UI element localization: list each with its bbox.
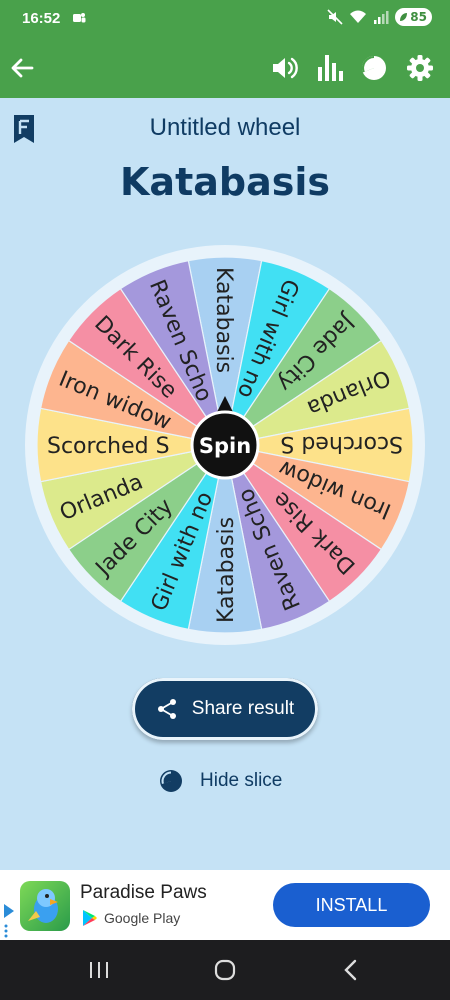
app-bar (0, 38, 450, 98)
system-nav-bar (0, 940, 450, 1000)
wheel-screen: Untitled wheel Katabasis Katabasis Girl w… (0, 98, 450, 870)
wheel-slice-label: Katabasis (211, 267, 236, 373)
pie-slice-icon (160, 770, 182, 792)
back-arrow-icon[interactable] (6, 52, 38, 84)
battery-indicator: 85 (395, 8, 432, 26)
wifi-icon (350, 10, 367, 23)
mute-icon (327, 9, 343, 25)
battery-level: 85 (410, 10, 427, 24)
hide-slice-button[interactable]: Hide slice (158, 768, 282, 794)
status-indicators: 85 (327, 8, 432, 26)
wheel-slice-label: Katabasis (214, 517, 239, 623)
parrot-logo-icon (28, 889, 58, 923)
google-play-icon (83, 910, 97, 926)
gear-icon[interactable] (404, 52, 436, 84)
wheel-slice-label: Scorched S (47, 434, 170, 459)
ad-store-label: Google Play (104, 910, 181, 926)
spin-wheel[interactable]: Katabasis Girl with no Jade City Orlanda Sco… (24, 244, 426, 646)
install-button[interactable]: INSTALL (273, 883, 430, 927)
pie-chart-icon[interactable] (358, 52, 390, 84)
ad-choices-icon[interactable] (2, 902, 16, 938)
ad-title[interactable]: Paradise Paws (80, 882, 207, 904)
recent-apps-icon[interactable] (84, 955, 114, 985)
wheel-result-title: Katabasis (119, 160, 330, 204)
share-result-label: Share result (191, 698, 295, 719)
bar-chart-icon[interactable] (314, 52, 346, 84)
volume-icon[interactable] (270, 52, 302, 84)
signal-icon (374, 11, 389, 24)
spin-button-label: Spin (199, 434, 251, 458)
share-icon (157, 699, 176, 719)
ad-app-icon[interactable] (20, 881, 70, 931)
home-icon[interactable] (210, 955, 240, 985)
status-time: 16:52 (22, 10, 61, 27)
battery-leaf-icon (400, 13, 408, 21)
hide-slice-label: Hide slice (200, 770, 283, 791)
back-icon[interactable] (336, 955, 366, 985)
wheel-subtitle[interactable]: Untitled wheel (0, 114, 450, 142)
teams-notification-icon (73, 13, 86, 23)
wheel-graphic[interactable]: KatabasisGirl with noJade CityOrlandaSco… (24, 244, 426, 646)
share-result-button[interactable]: Share result (132, 678, 318, 740)
status-bar: 16:52 85 (0, 0, 450, 38)
ad-banner[interactable]: Paradise Paws Google Play INSTALL (0, 870, 450, 940)
wheel-slice-label: Scorched S (280, 431, 403, 456)
